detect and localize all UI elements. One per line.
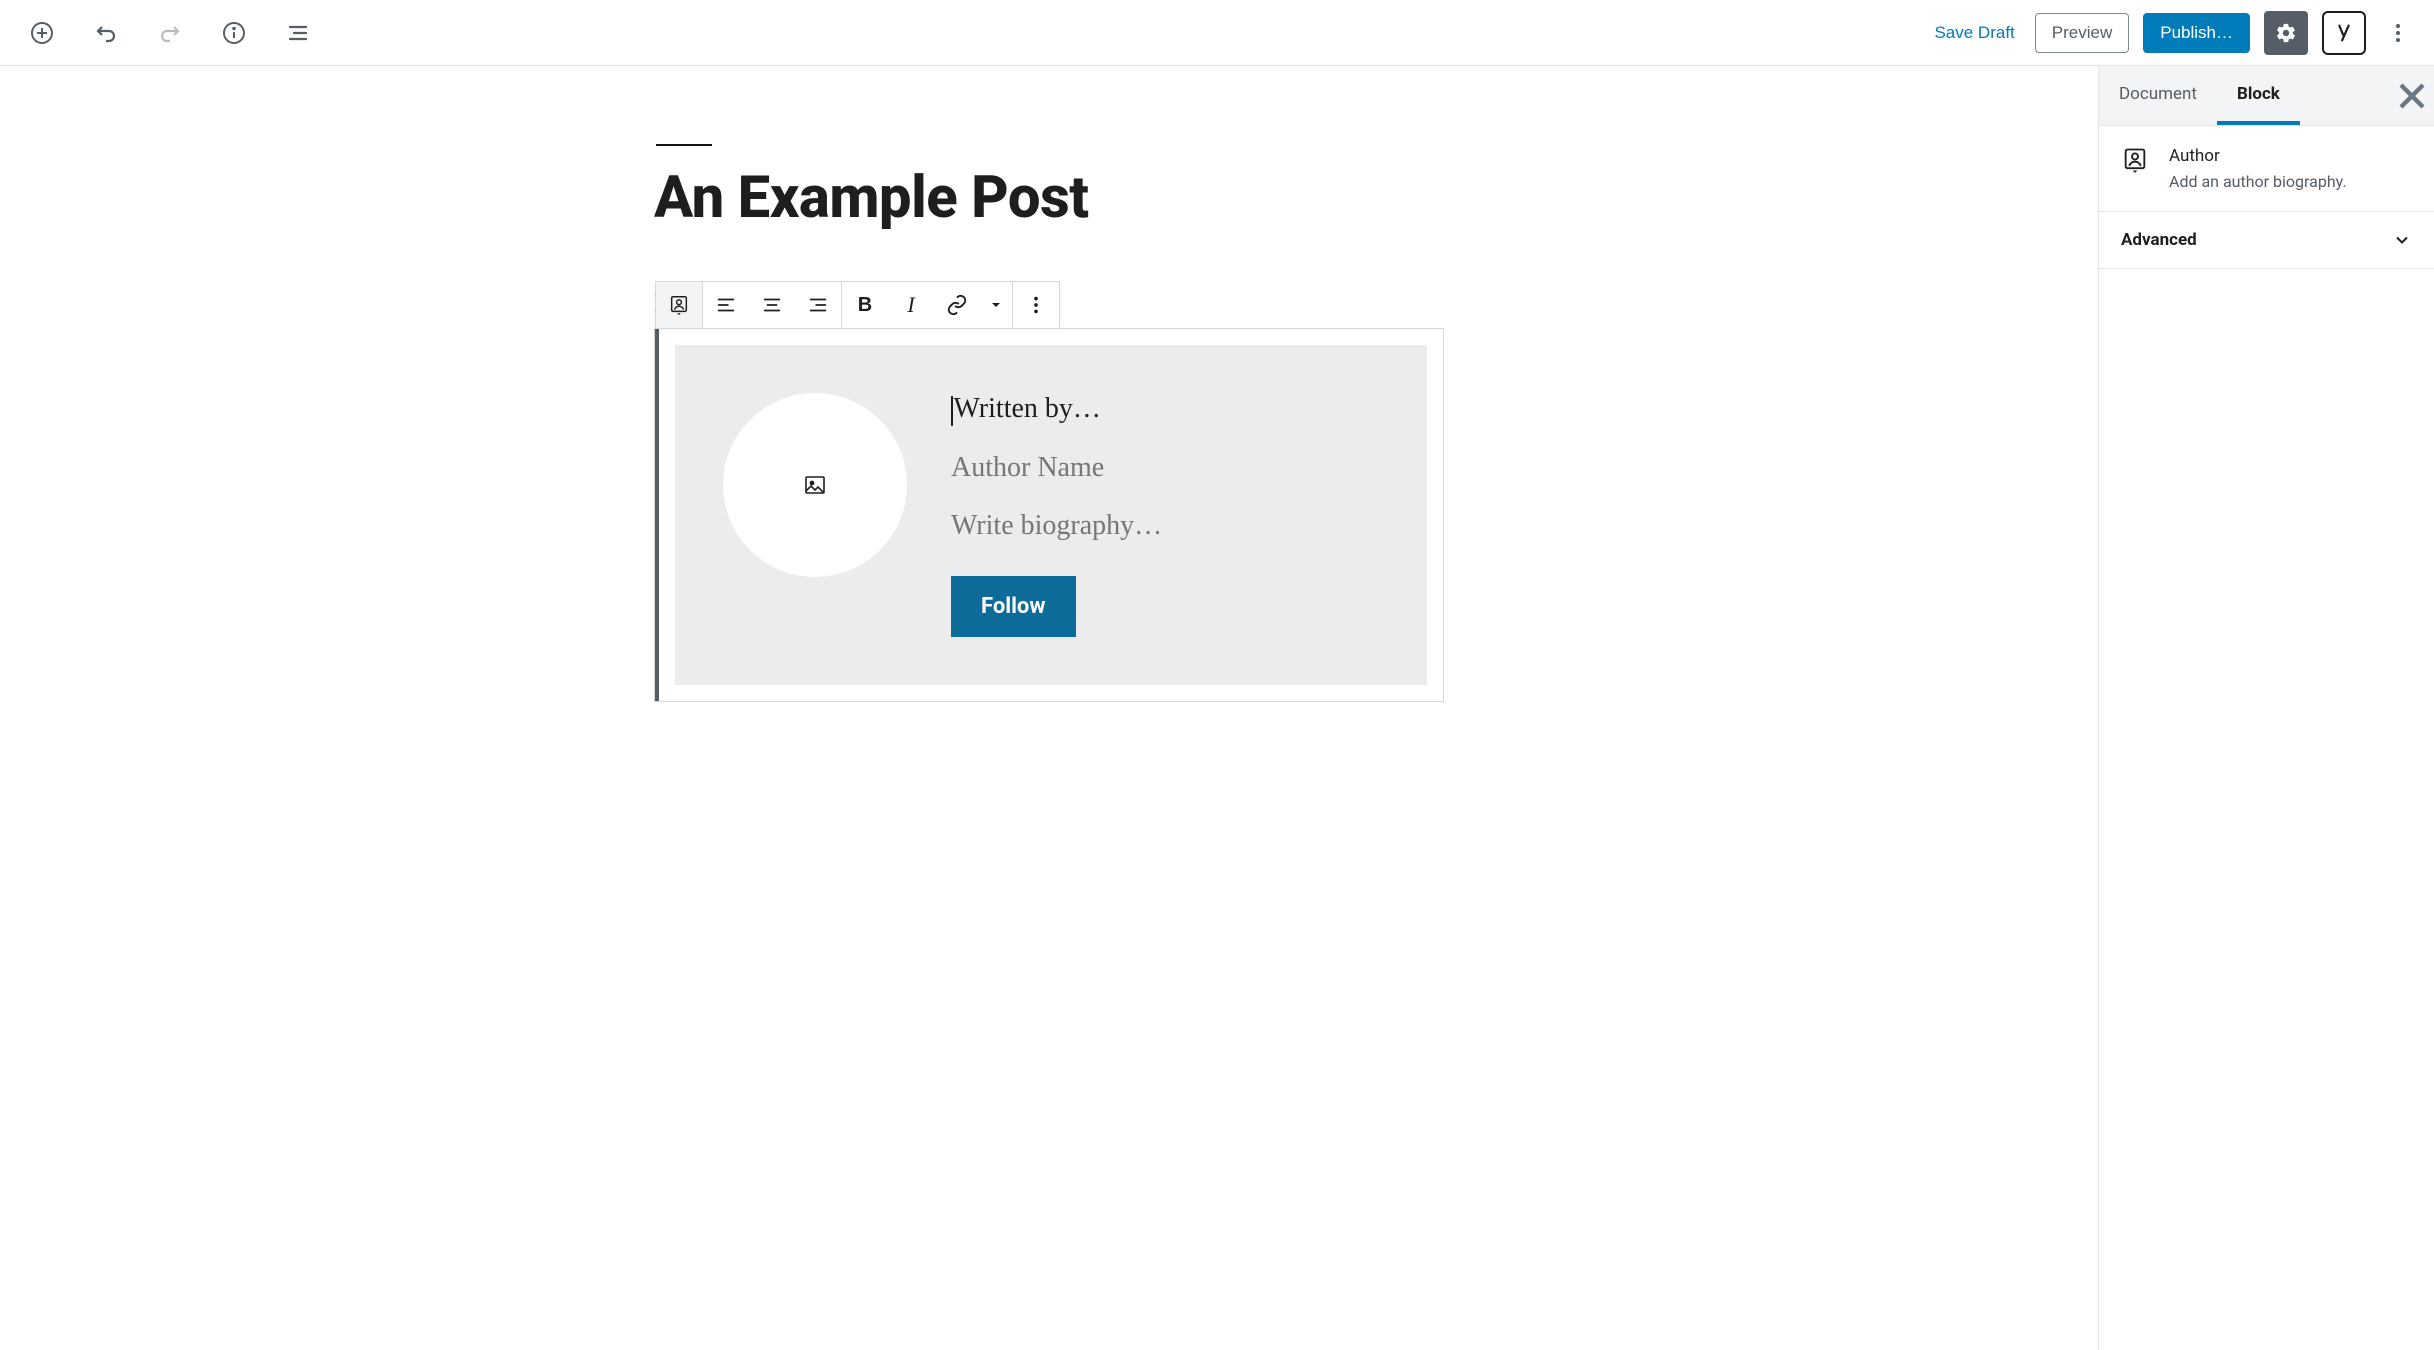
block-body: Written by… Author Name Write biography…… [655,329,1443,701]
align-right-button[interactable] [795,282,841,328]
yoast-toggle[interactable] [2322,11,2366,55]
link-icon [946,294,968,316]
plus-circle-icon [30,21,54,45]
author-fields: Written by… Author Name Write biography…… [951,393,1379,637]
biography-field[interactable]: Write biography… [951,510,1379,542]
close-icon [2390,74,2434,118]
author-name-placeholder: Author Name [951,452,1104,483]
publish-button[interactable]: Publish… [2143,13,2250,53]
block-toolbar: B I [655,281,1060,329]
block-desc-icon-wrap [2121,146,2149,191]
title-rule [656,144,712,146]
author-block-wrapper[interactable]: B I [654,328,1444,702]
author-name-field[interactable]: Author Name [951,452,1379,484]
advanced-panel-toggle[interactable]: Advanced [2099,212,2434,269]
redo-button [152,15,188,51]
redo-icon [158,21,182,45]
image-icon [803,473,827,497]
more-vertical-icon [1025,294,1047,316]
align-center-button[interactable] [749,282,795,328]
author-block-icon [668,294,690,316]
align-center-icon [761,294,783,316]
settings-toggle[interactable] [2264,11,2308,55]
settings-sidebar: Document Block Author Add an author biog… [2098,66,2434,1350]
link-button[interactable] [934,282,980,328]
avatar-placeholder[interactable] [723,393,907,577]
bold-button[interactable]: B [842,282,888,328]
block-desc-subtitle: Add an author biography. [2169,172,2347,191]
align-left-button[interactable] [703,282,749,328]
editor-canvas[interactable]: An Example Post Here's a paragraph [0,66,2098,1350]
block-desc-title: Author [2169,146,2347,166]
block-description-panel: Author Add an author biography. [2099,126,2434,212]
sidebar-tabs: Document Block [2099,66,2434,126]
post-content: An Example Post Here's a paragraph [654,66,1444,702]
block-desc-text: Author Add an author biography. [2169,146,2347,191]
author-block-icon [2121,146,2149,174]
bold-icon: B [858,294,872,317]
undo-icon [94,21,118,45]
follow-button[interactable]: Follow [951,576,1076,637]
more-menu-button[interactable] [2380,15,2416,51]
block-more-options-button[interactable] [1013,282,1059,328]
advanced-panel-title: Advanced [2121,230,2197,250]
preview-button[interactable]: Preview [2035,13,2129,53]
chevron-down-icon [990,299,1002,311]
info-icon [222,21,246,45]
add-block-button[interactable] [24,15,60,51]
more-formatting-button[interactable] [980,282,1012,328]
outline-icon [286,21,310,45]
editor-main: An Example Post Here's a paragraph [0,66,2434,1350]
block-navigation-button[interactable] [280,15,316,51]
more-vertical-icon [2386,21,2410,45]
tab-block[interactable]: Block [2217,66,2300,125]
italic-icon: I [907,292,914,318]
content-info-button[interactable] [216,15,252,51]
undo-button[interactable] [88,15,124,51]
text-cursor [951,396,953,426]
block-type-button[interactable] [656,282,702,328]
sidebar-close-button[interactable] [2390,74,2434,118]
biography-placeholder: Write biography… [951,510,1162,541]
save-draft-button[interactable]: Save Draft [1928,17,2020,49]
align-left-icon [715,294,737,316]
author-block: Written by… Author Name Write biography…… [659,329,1443,701]
chevron-down-icon [2392,230,2412,250]
italic-button[interactable]: I [888,282,934,328]
topbar-right-tools: Save Draft Preview Publish… [1928,11,2416,55]
align-right-icon [807,294,829,316]
editor-top-bar: Save Draft Preview Publish… [0,0,2434,66]
yoast-icon [2333,22,2355,44]
written-by-field[interactable]: Written by… [951,393,1379,426]
written-by-placeholder: Written by… [954,393,1101,424]
author-card: Written by… Author Name Write biography…… [675,345,1427,685]
gear-icon [2275,22,2297,44]
post-title[interactable]: An Example Post [654,164,1444,232]
tab-document[interactable]: Document [2099,66,2217,125]
topbar-left-tools [18,15,316,51]
